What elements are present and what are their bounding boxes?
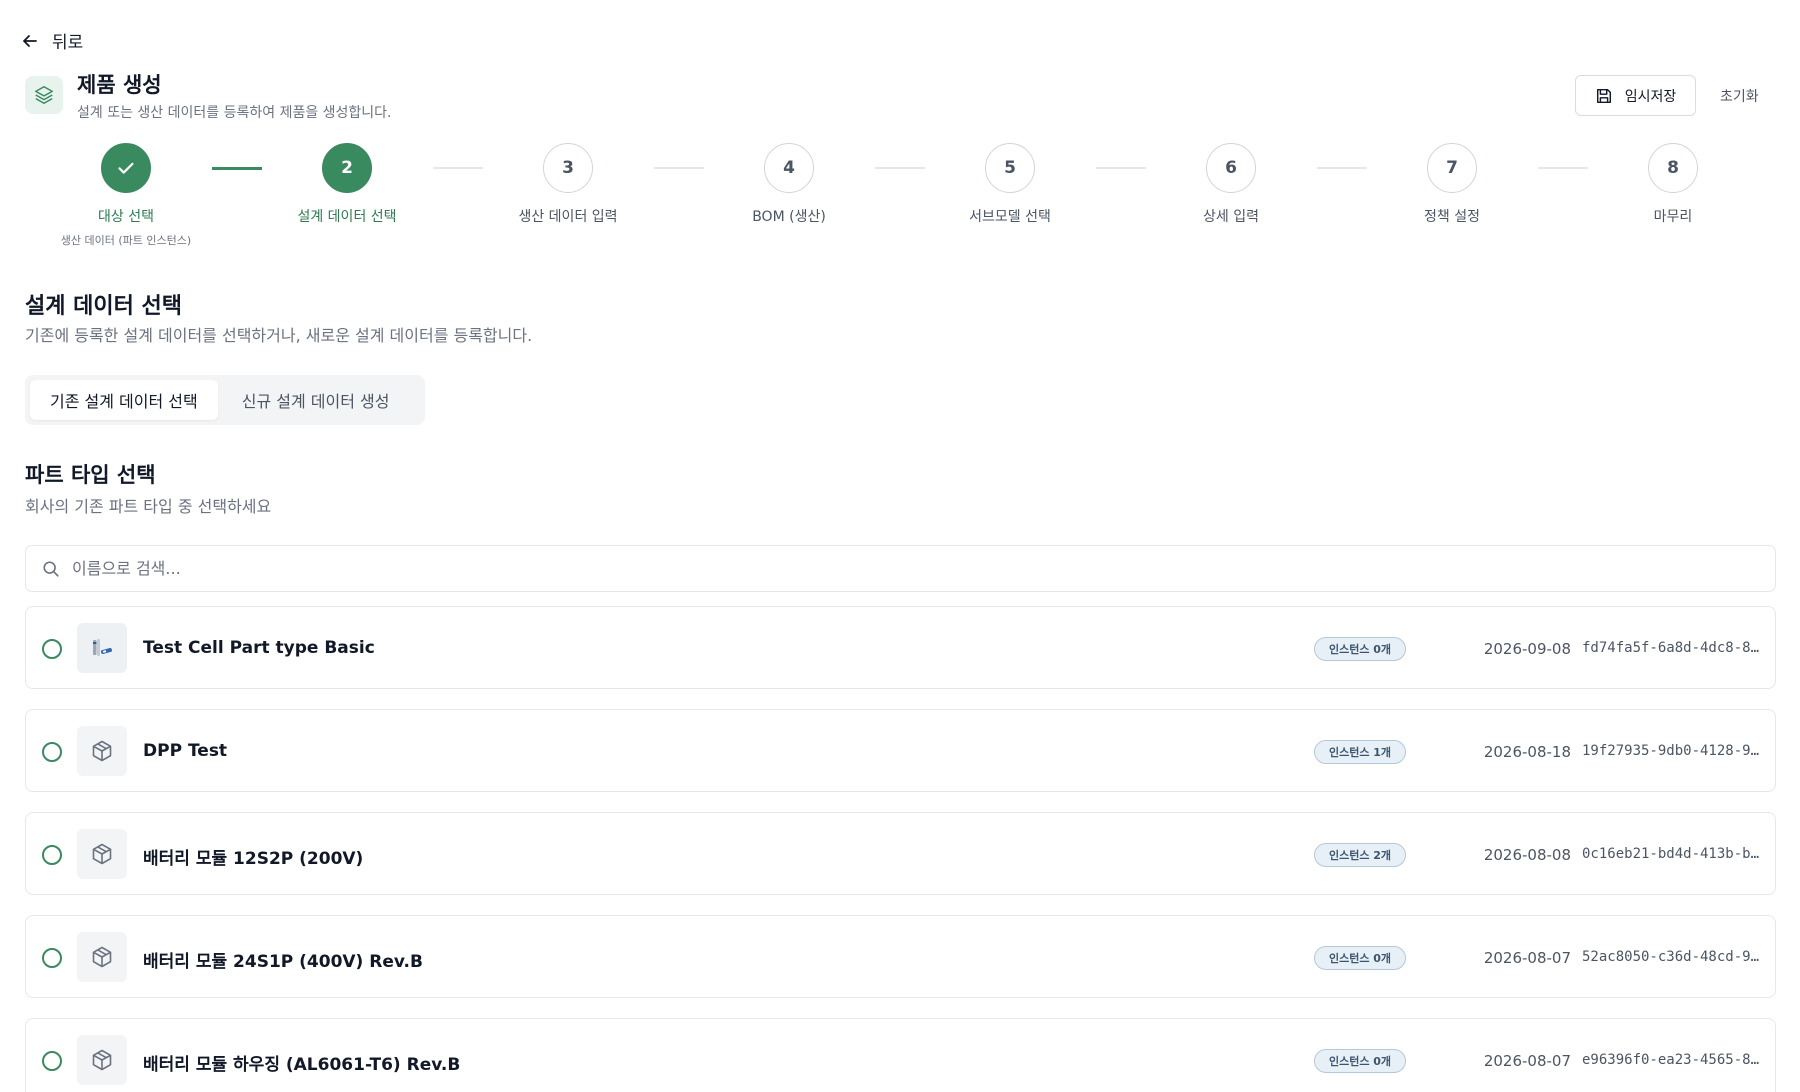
back-label: 뒤로 <box>52 33 84 53</box>
step-1[interactable]: 대상 선택생산 데이터 (파트 인스턴스) <box>16 143 236 248</box>
radio-button[interactable] <box>42 845 62 865</box>
search-input[interactable] <box>72 559 1672 578</box>
step-number: 4 <box>764 143 814 193</box>
step-number: 2 <box>322 143 372 193</box>
step-2[interactable]: 2 설계 데이터 선택 <box>237 143 457 226</box>
item-id: 19f27935-9db0-4128-94... <box>1582 743 1766 759</box>
instance-count-badge: 인스턴스 1개 <box>1314 740 1406 764</box>
list-item[interactable]: Test Cell Part type Basic 인스턴스 0개 2026-09-… <box>25 606 1776 689</box>
layers-icon <box>25 76 63 114</box>
temp-save-button[interactable]: 임시저장 <box>1575 75 1696 116</box>
list-item[interactable]: 배터리 모듈 24S1P (400V) Rev.B 인스턴스 0개 2026-08-… <box>25 915 1776 998</box>
step-label: 마무리 <box>1653 209 1693 225</box>
part-type-title: 파트 타입 선택 <box>25 463 156 487</box>
item-name: Test Cell Part type Basic <box>143 638 375 658</box>
item-date: 2026-08-07 <box>1483 949 1571 967</box>
box-icon <box>77 829 127 879</box>
instance-count-badge: 인스턴스 0개 <box>1314 946 1406 970</box>
step-number: 7 <box>1427 143 1477 193</box>
back-link[interactable]: 뒤로 <box>22 28 83 53</box>
tab-existing-design-data[interactable]: 기존 설계 데이터 선택 <box>30 380 218 420</box>
instance-count-badge: 인스턴스 2개 <box>1314 843 1406 867</box>
step-6[interactable]: 6 상세 입력 <box>1121 143 1341 226</box>
page-header: 제품 생성 설계 또는 생산 데이터를 등록하여 제품을 생성합니다. <box>25 72 392 122</box>
step-label: 생산 데이터 입력 <box>518 209 618 225</box>
step-7[interactable]: 7 정책 설정 <box>1342 143 1562 226</box>
step-label: 정책 설정 <box>1424 209 1480 225</box>
step-3[interactable]: 3 생산 데이터 입력 <box>458 143 678 226</box>
page-subtitle: 설계 또는 생산 데이터를 등록하여 제품을 생성합니다. <box>77 105 392 121</box>
radio-button[interactable] <box>42 1051 62 1071</box>
instance-count-badge: 인스턴스 0개 <box>1314 637 1406 661</box>
step-label: 설계 데이터 선택 <box>297 209 397 225</box>
item-date: 2026-09-08 <box>1483 640 1571 658</box>
list-item[interactable]: 배터리 모듈 하우징 (AL6061-T6) Rev.B 인스턴스 0개 2026-… <box>25 1018 1776 1092</box>
item-name: 배터리 모듈 12S2P (200V) <box>143 849 364 869</box>
step-number: 3 <box>543 143 593 193</box>
part-type-description: 회사의 기존 파트 타입 중 선택하세요 <box>25 497 272 516</box>
step-number: 8 <box>1648 143 1698 193</box>
section-description: 기존에 등록한 설계 데이터를 선택하거나, 새로운 설계 데이터를 등록합니다… <box>25 326 533 345</box>
step-5[interactable]: 5 서브모델 선택 <box>900 143 1120 226</box>
step-number: 5 <box>985 143 1035 193</box>
save-icon <box>1596 88 1611 103</box>
instance-count-badge: 인스턴스 0개 <box>1314 1049 1406 1073</box>
step-sublabel: 생산 데이터 (파트 인스턴스) <box>60 234 192 247</box>
step-label: BOM (생산) <box>752 209 826 225</box>
battery-cell-thumbnail <box>77 623 127 673</box>
tab-new-design-data[interactable]: 신규 설계 데이터 생성 <box>222 380 410 420</box>
page-title: 제품 생성 <box>77 73 162 97</box>
reset-button[interactable]: 초기화 <box>1720 86 1759 106</box>
box-icon <box>77 726 127 776</box>
item-id: 52ac8050-c36d-48cd-92... <box>1582 949 1766 965</box>
radio-button[interactable] <box>42 948 62 968</box>
step-number: 6 <box>1206 143 1256 193</box>
section-title: 설계 데이터 선택 <box>25 294 182 319</box>
stepper: 대상 선택생산 데이터 (파트 인스턴스) 2 설계 데이터 선택 3 생산 데이터 입… <box>0 143 1800 247</box>
item-id: fd74fa5f-6a8d-4dc8-89... <box>1582 640 1766 656</box>
step-label: 대상 선택 <box>98 209 154 225</box>
step-label: 서브모델 선택 <box>969 209 1051 225</box>
item-id: e96396f0-ea23-4565-8d... <box>1582 1052 1766 1068</box>
box-icon <box>77 932 127 982</box>
arrow-left-icon <box>23 34 37 47</box>
item-date: 2026-08-07 <box>1483 1052 1571 1070</box>
item-name: 배터리 모듈 24S1P (400V) Rev.B <box>143 952 423 972</box>
list-item[interactable]: DPP Test 인스턴스 1개 2026-08-18 19f27935-9db0-4… <box>25 709 1776 792</box>
radio-button[interactable] <box>42 742 62 762</box>
item-date: 2026-08-18 <box>1483 743 1571 761</box>
search-box <box>25 545 1776 592</box>
part-type-list: Test Cell Part type Basic 인스턴스 0개 2026-09-… <box>25 606 1776 1092</box>
step-label: 상세 입력 <box>1203 209 1259 225</box>
step-4[interactable]: 4 BOM (생산) <box>679 143 899 226</box>
tab-bar: 기존 설계 데이터 선택 신규 설계 데이터 생성 <box>25 375 425 425</box>
search-icon <box>43 560 59 577</box>
item-date: 2026-08-08 <box>1483 846 1571 864</box>
item-name: 배터리 모듈 하우징 (AL6061-T6) Rev.B <box>143 1055 461 1075</box>
box-icon <box>77 1035 127 1085</box>
radio-button[interactable] <box>42 639 62 659</box>
check-icon <box>101 143 151 193</box>
step-8[interactable]: 8 마무리 <box>1563 143 1783 226</box>
temp-save-label: 임시저장 <box>1624 88 1677 105</box>
list-item[interactable]: 배터리 모듈 12S2P (200V) 인스턴스 2개 2026-08-08 0c16… <box>25 812 1776 895</box>
item-name: DPP Test <box>143 741 228 761</box>
item-id: 0c16eb21-bd4d-413b-b3... <box>1582 846 1766 862</box>
